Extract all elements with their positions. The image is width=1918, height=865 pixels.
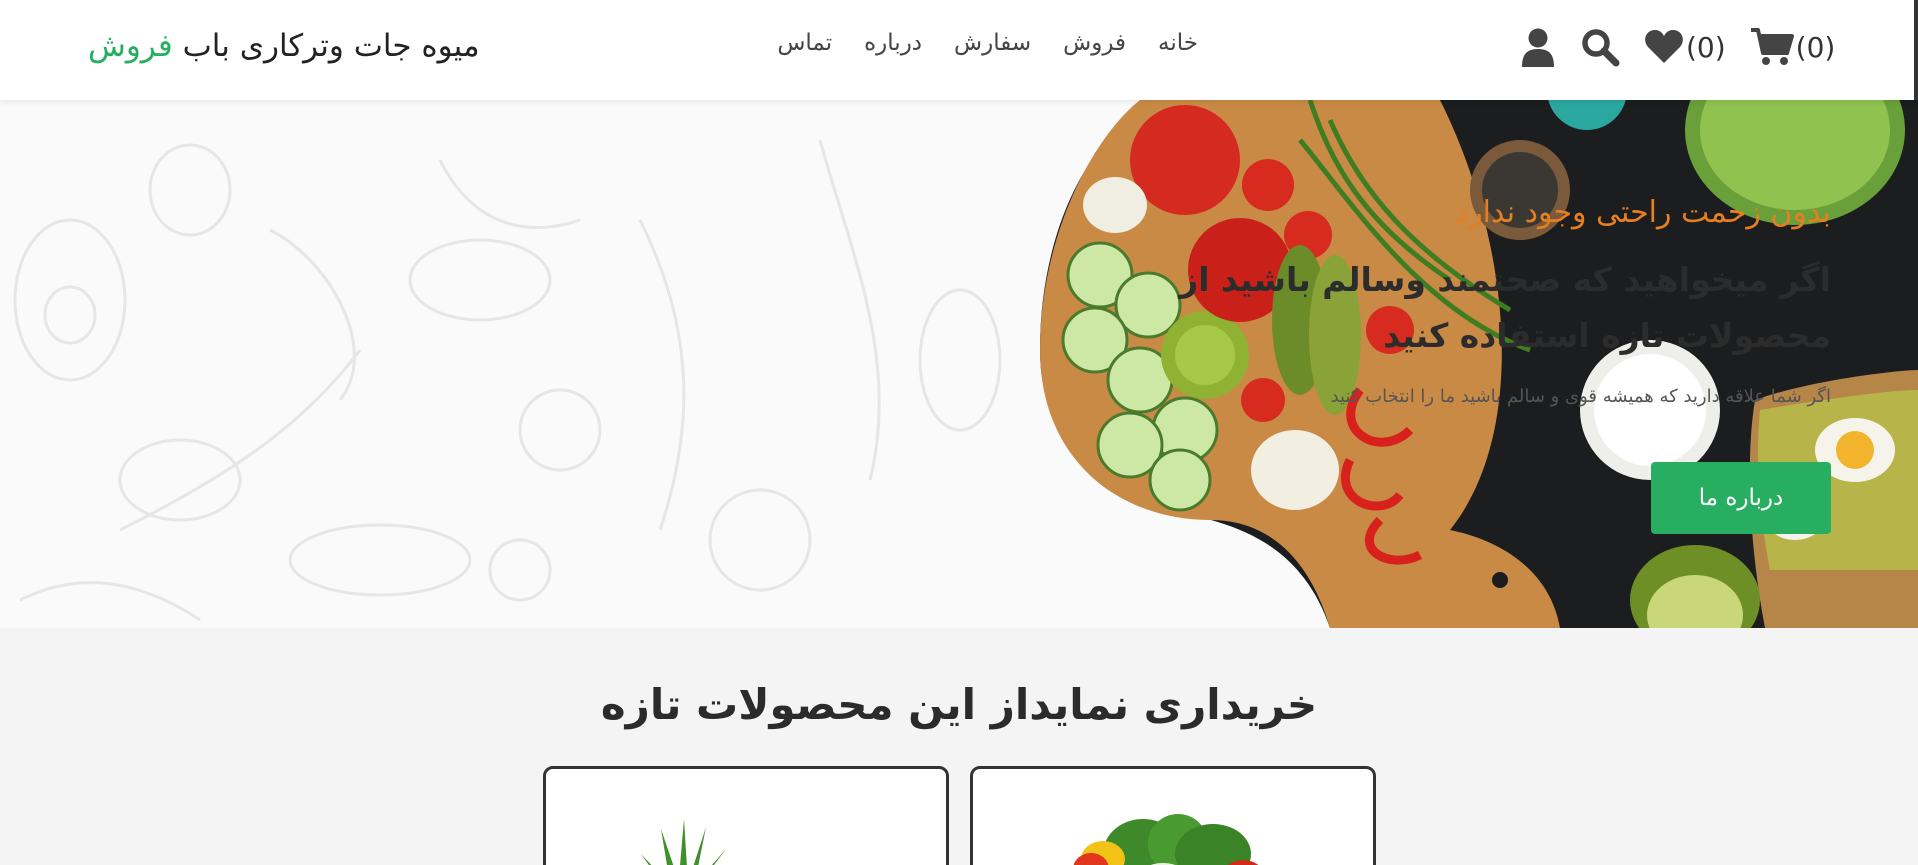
product-card[interactable] xyxy=(543,766,949,865)
brand-accent-text: فروش xyxy=(88,28,173,64)
cart-icon xyxy=(1750,28,1794,65)
wishlist-count: (0) xyxy=(1686,30,1726,64)
hero-text: بدون زحمت راحتی وجود ندارد اگر میخواهید … xyxy=(1031,195,1831,407)
site-header: میوه جات وترکاری باب فروش خانه فروش سفار… xyxy=(0,0,1918,100)
nav-sales[interactable]: فروش xyxy=(1063,30,1126,56)
pineapple-image xyxy=(641,819,726,865)
products-section: خریداری نمایداز این محصولات تازه xyxy=(0,628,1918,865)
hero-description: اگر شما علاقه دارید که همیشه قوی و سالم … xyxy=(1330,386,1831,407)
cart-count: (0) xyxy=(1795,30,1836,64)
hero-banner: بدون زحمت راحتی وجود ندارد اگر میخواهید … xyxy=(0,100,1918,628)
scrollbar[interactable] xyxy=(1914,0,1918,100)
product-card[interactable] xyxy=(970,766,1376,865)
header-actions: (0) (0) xyxy=(1520,22,1836,72)
brand-main-text: میوه جات وترکاری باب xyxy=(172,28,480,64)
nav-about[interactable]: درباره xyxy=(864,30,922,56)
heart-icon xyxy=(1645,30,1683,63)
brand-logo[interactable]: میوه جات وترکاری باب فروش xyxy=(88,28,480,64)
nav-contact[interactable]: تماس xyxy=(777,30,832,56)
wishlist-button[interactable]: (0) xyxy=(1644,29,1726,65)
section-title: خریداری نمایداز این محصولات تازه xyxy=(600,680,1318,729)
search-icon[interactable] xyxy=(1580,27,1620,67)
cart-button[interactable]: (0) xyxy=(1750,27,1836,67)
main-nav: خانه فروش سفارش درباره تماس xyxy=(773,28,1198,58)
nav-order[interactable]: سفارش xyxy=(954,30,1031,56)
nav-home[interactable]: خانه xyxy=(1158,30,1198,56)
vegetable-basket-image xyxy=(1073,814,1259,865)
hero-title: اگر میخواهید که صحتمند وسالم باشید از مح… xyxy=(1179,260,1831,355)
user-icon[interactable] xyxy=(1520,27,1556,67)
about-us-button[interactable]: درباره ما xyxy=(1651,462,1831,534)
hero-tagline: بدون زحمت راحتی وجود ندارد xyxy=(1454,195,1831,230)
